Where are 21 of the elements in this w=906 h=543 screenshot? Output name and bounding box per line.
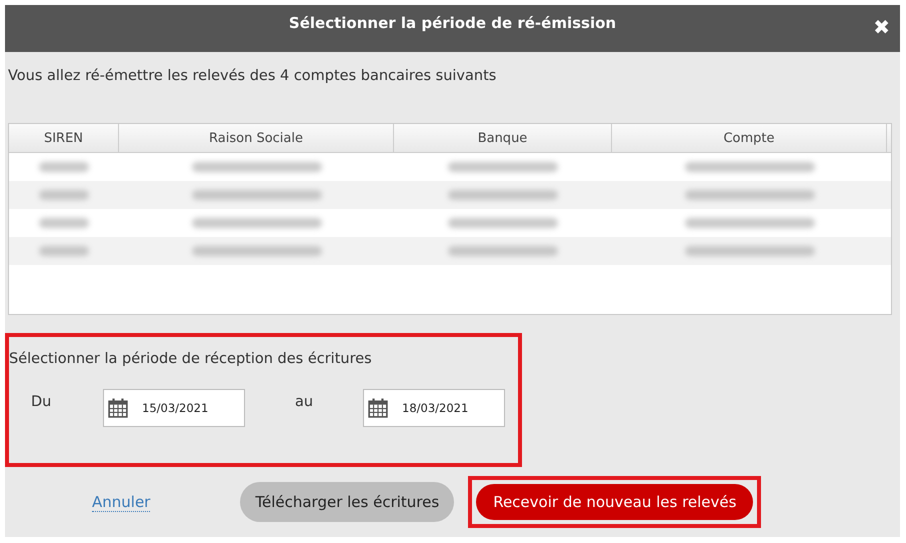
resend-button[interactable]: Recevoir de nouveau les relevés xyxy=(476,484,754,520)
calendar-icon[interactable] xyxy=(108,398,128,418)
date-field[interactable]: 15/03/2021 xyxy=(103,389,245,427)
column-header: Raison Sociale xyxy=(119,124,394,152)
redacted-text xyxy=(39,246,89,256)
column-header: SIREN xyxy=(9,124,119,152)
section-title: Sélectionner la période de réception des écritures xyxy=(9,351,373,367)
download-button[interactable]: Télécharger les écritures xyxy=(240,482,454,522)
calendar-icon[interactable] xyxy=(368,398,388,418)
cancel-link[interactable]: Annuler xyxy=(92,492,150,512)
redacted-text xyxy=(39,162,89,172)
column-header: Banque xyxy=(394,124,612,152)
from-label: Du xyxy=(31,394,52,410)
redacted-text xyxy=(39,218,89,228)
redacted-text xyxy=(39,190,89,200)
column-header: Compte xyxy=(612,124,887,152)
dialog-title: Sélectionner la période de ré-émission xyxy=(288,14,616,32)
date-field[interactable]: 18/03/2021 xyxy=(363,389,505,427)
to-label: au xyxy=(294,394,314,410)
intro-text: Vous allez ré-émettre les relevés des 4 comptes bancaires suivants xyxy=(8,67,498,86)
close-button[interactable]: ✖ xyxy=(871,15,892,39)
